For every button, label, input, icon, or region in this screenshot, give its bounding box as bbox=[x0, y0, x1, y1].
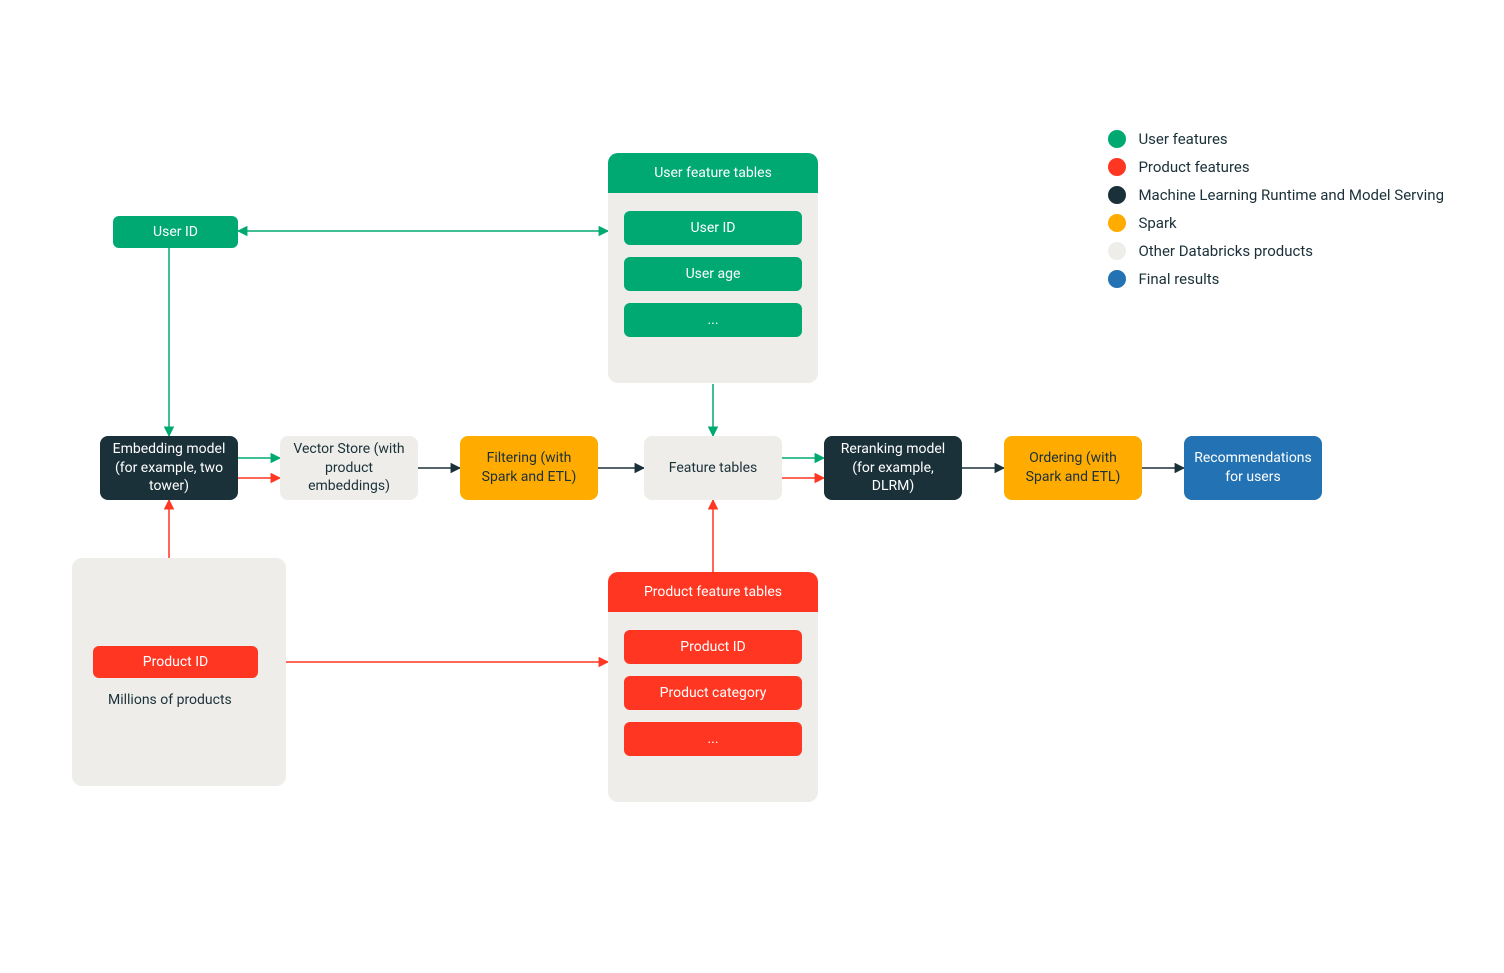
legend-item-final-results: Final results bbox=[1108, 270, 1444, 288]
legend-dot-blue bbox=[1108, 270, 1126, 288]
legend-label: Spark bbox=[1138, 214, 1176, 232]
legend-label: User features bbox=[1138, 130, 1227, 148]
node-label: Ordering (with Spark and ETL) bbox=[1016, 449, 1130, 487]
legend-dot-gray bbox=[1108, 242, 1126, 260]
legend-dot-amber bbox=[1108, 214, 1126, 232]
legend-label: Other Databricks products bbox=[1138, 242, 1313, 260]
product-feature-row: Product category bbox=[624, 676, 802, 710]
row-label: Product category bbox=[660, 685, 767, 701]
row-label: User age bbox=[686, 266, 741, 282]
row-label: ... bbox=[707, 731, 718, 747]
legend-item-spark: Spark bbox=[1108, 214, 1444, 232]
user-feature-row: User age bbox=[624, 257, 802, 291]
node-label: Vector Store (with product embeddings) bbox=[292, 440, 406, 497]
row-label: ... bbox=[707, 312, 718, 328]
panel-title: Product feature tables bbox=[644, 584, 782, 600]
node-label: Feature tables bbox=[669, 459, 758, 478]
user-feature-row: User ID bbox=[624, 211, 802, 245]
product-feature-row: Product ID bbox=[624, 630, 802, 664]
recommendations-node: Recommendations for users bbox=[1184, 436, 1322, 500]
product-id-label: Product ID bbox=[143, 654, 208, 670]
user-id-node: User ID bbox=[113, 216, 238, 248]
node-label: Recommendations for users bbox=[1194, 449, 1312, 487]
node-label: Reranking model (for example, DLRM) bbox=[836, 440, 950, 497]
filtering-node: Filtering (with Spark and ETL) bbox=[460, 436, 598, 500]
legend-item-product-features: Product features bbox=[1108, 158, 1444, 176]
legend-label: Final results bbox=[1138, 270, 1219, 288]
product-feature-tables-panel: Product feature tables Product ID Produc… bbox=[608, 572, 818, 802]
legend-item-ml-runtime: Machine Learning Runtime and Model Servi… bbox=[1108, 186, 1444, 204]
legend-item-other-products: Other Databricks products bbox=[1108, 242, 1444, 260]
panel-title: User feature tables bbox=[654, 165, 772, 181]
feature-tables-node: Feature tables bbox=[644, 436, 782, 500]
user-feature-row: ... bbox=[624, 303, 802, 337]
product-feature-tables-header: Product feature tables bbox=[608, 572, 818, 612]
legend-label: Machine Learning Runtime and Model Servi… bbox=[1138, 186, 1444, 204]
user-feature-tables-panel: User feature tables User ID User age ... bbox=[608, 153, 818, 383]
node-label: Embedding model (for example, two tower) bbox=[112, 440, 226, 497]
row-label: Product ID bbox=[680, 639, 745, 655]
user-id-label: User ID bbox=[153, 224, 198, 240]
product-feature-row: ... bbox=[624, 722, 802, 756]
legend-item-user-features: User features bbox=[1108, 130, 1444, 148]
legend-label: Product features bbox=[1138, 158, 1249, 176]
product-id-node: Product ID bbox=[93, 646, 258, 678]
node-label: Filtering (with Spark and ETL) bbox=[472, 449, 586, 487]
user-feature-tables-header: User feature tables bbox=[608, 153, 818, 193]
legend: User features Product features Machine L… bbox=[1108, 130, 1444, 298]
row-label: User ID bbox=[691, 220, 736, 236]
embedding-model-node: Embedding model (for example, two tower) bbox=[100, 436, 238, 500]
vector-store-node: Vector Store (with product embeddings) bbox=[280, 436, 418, 500]
ordering-node: Ordering (with Spark and ETL) bbox=[1004, 436, 1142, 500]
legend-dot-green bbox=[1108, 130, 1126, 148]
reranking-model-node: Reranking model (for example, DLRM) bbox=[824, 436, 962, 500]
legend-dot-navy bbox=[1108, 186, 1126, 204]
millions-label: Millions of products bbox=[108, 692, 232, 708]
legend-dot-red bbox=[1108, 158, 1126, 176]
